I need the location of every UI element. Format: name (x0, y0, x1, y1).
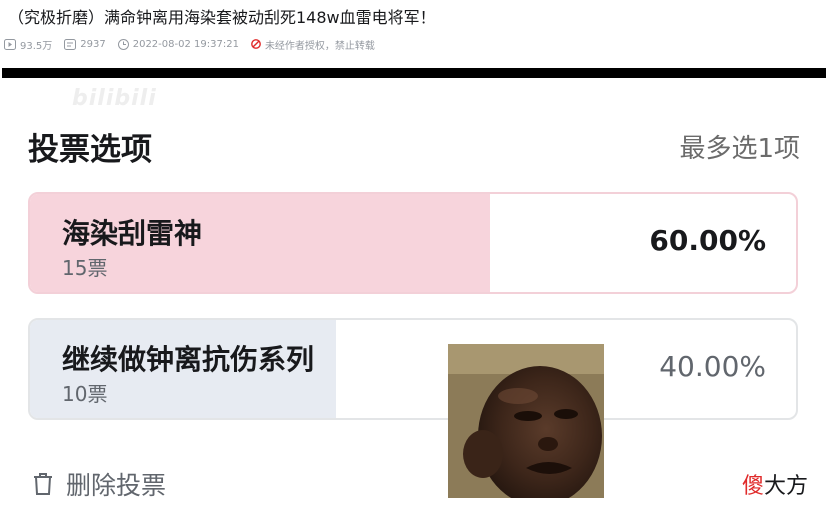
crying-face-illustration (448, 344, 604, 498)
comments-stat: 2937 (64, 38, 106, 50)
poll-title: 投票选项 (28, 132, 152, 168)
poll-option-2[interactable]: 继续做钟离抗伤系列 10票 40.00% (28, 318, 798, 420)
poll-option-2-percent: 40.00% (659, 350, 766, 383)
comments-count: 2937 (80, 38, 106, 50)
publish-datetime: 2022-08-02 19:37:21 (132, 38, 239, 50)
channel-watermark: 傻大方 (742, 468, 808, 500)
channel-watermark-rest: 大方 (763, 474, 808, 499)
poll-option-2-label: 继续做钟离抗伤系列 (62, 343, 315, 376)
poll-option-1[interactable]: 海染刮雷神 15票 60.00% (28, 192, 798, 294)
copyright-notice: 未经作者授权，禁止转载 (251, 37, 375, 52)
views-stat: 93.5万 (4, 37, 52, 52)
clock-icon (117, 38, 129, 50)
frame-top-bar (2, 68, 826, 78)
danmaku-icon (64, 38, 77, 50)
video-meta: 93.5万 2937 2022-08-02 19:37:21 未经作者授权，禁止… (4, 36, 375, 52)
channel-watermark-accent: 傻 (741, 474, 764, 499)
copyright-text: 未经作者授权，禁止转载 (264, 40, 375, 52)
delete-vote-button[interactable]: 删除投票 (32, 466, 166, 502)
delete-vote-label: 删除投票 (66, 471, 167, 500)
poll-hint: 最多选1项 (679, 134, 800, 164)
poll-option-1-percent: 60.00% (649, 224, 766, 257)
bilibili-watermark: bilibili (72, 86, 157, 111)
poll-option-1-label: 海染刮雷神 (62, 217, 203, 250)
reaction-meme-image (448, 344, 604, 498)
play-count-icon (4, 38, 16, 50)
video-frame[interactable]: bilibili 投票选项 最多选1项 海染刮雷神 15票 60.00% 继续做… (2, 68, 826, 521)
views-count: 93.5万 (20, 40, 53, 52)
trash-icon (34, 473, 52, 495)
no-repost-icon (251, 39, 261, 49)
poll-option-1-votes: 15票 (62, 256, 108, 280)
video-title: （究极折磨）满命钟离用海染套被动刮死148w血雷电将军！ (8, 8, 436, 27)
publish-time: 2022-08-02 19:37:21 (117, 38, 239, 50)
poll-option-2-votes: 10票 (62, 382, 108, 406)
